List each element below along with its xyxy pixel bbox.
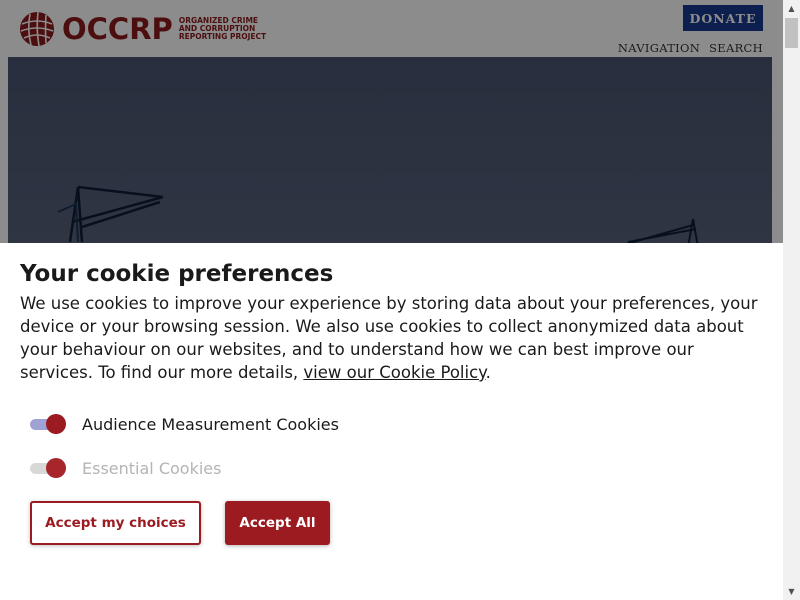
essential-cookies-toggle xyxy=(30,458,66,478)
audience-measurement-label: Audience Measurement Cookies xyxy=(82,414,339,434)
essential-cookies-label: Essential Cookies xyxy=(82,458,222,478)
accept-my-choices-button[interactable]: Accept my choices xyxy=(30,501,201,545)
accept-all-button[interactable]: Accept All xyxy=(225,501,330,545)
toggle-knob xyxy=(46,414,66,434)
cookie-policy-link[interactable]: view our Cookie Policy xyxy=(303,363,485,382)
scroll-down-arrow-icon[interactable]: ▼ xyxy=(783,583,800,600)
page-scrollbar[interactable]: ▲ ▼ xyxy=(783,0,800,600)
cookie-dialog-description: We use cookies to improve your experienc… xyxy=(20,292,765,384)
cookie-description-suffix: . xyxy=(485,363,491,382)
scroll-up-arrow-icon[interactable]: ▲ xyxy=(783,0,800,17)
toggle-knob xyxy=(46,458,66,478)
toggle-row-essential: Essential Cookies xyxy=(30,458,221,478)
cookie-preferences-dialog: Your cookie preferences We use cookies t… xyxy=(0,243,783,600)
scrollbar-thumb[interactable] xyxy=(785,18,798,48)
toggle-row-audience-measurement: Audience Measurement Cookies xyxy=(30,414,339,434)
cookie-dialog-title: Your cookie preferences xyxy=(20,261,334,287)
modal-backdrop[interactable] xyxy=(0,0,783,243)
audience-measurement-toggle[interactable] xyxy=(30,414,66,434)
